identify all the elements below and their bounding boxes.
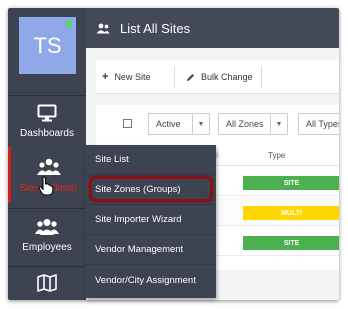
menu-item-vendor-city-assignment[interactable]: Vendor/City Assignment bbox=[85, 265, 216, 295]
type-badge: SITE bbox=[243, 236, 339, 250]
status-select-value: Active bbox=[156, 119, 181, 129]
toolbar-divider bbox=[174, 66, 175, 88]
toolbar-divider bbox=[261, 66, 262, 88]
new-site-label: New Site bbox=[114, 72, 151, 82]
bulk-change-label: Bulk Change bbox=[201, 72, 253, 82]
hand-cursor-icon bbox=[38, 176, 54, 196]
screenshot-frame: TS Dashboards Sites (Client) Employees L… bbox=[0, 0, 348, 309]
select-all-checkbox[interactable] bbox=[123, 119, 132, 128]
new-site-button[interactable]: + New Site bbox=[102, 60, 150, 94]
types-select-value: All Types bbox=[306, 119, 339, 129]
menu-item-site-zones[interactable]: Site Zones (Groups) bbox=[85, 175, 216, 205]
sidebar-item-map[interactable] bbox=[8, 266, 86, 300]
map-icon bbox=[37, 274, 57, 292]
toolbar: + New Site Bulk Change bbox=[96, 60, 339, 94]
menu-item-vendor-management[interactable]: Vendor Management bbox=[85, 235, 216, 265]
avatar-initials: TS bbox=[33, 32, 62, 58]
sidebar-item-label: Dashboards bbox=[20, 128, 74, 139]
users-icon bbox=[96, 23, 110, 33]
people-network-icon bbox=[36, 158, 61, 175]
online-status-dot bbox=[66, 21, 72, 27]
filter-bar: Active ▼ All Zones ▼ All Types bbox=[96, 105, 339, 145]
status-select[interactable]: Active ▼ bbox=[148, 113, 210, 135]
sidebar: TS Dashboards Sites (Client) Employees bbox=[8, 8, 86, 300]
monitor-icon bbox=[37, 104, 57, 122]
bulk-change-button[interactable]: Bulk Change bbox=[186, 60, 253, 94]
menu-item-site-importer-wizard[interactable]: Site Importer Wizard bbox=[85, 205, 216, 235]
sites-submenu: Site List Site Zones (Groups) Site Impor… bbox=[85, 145, 216, 298]
column-header-type[interactable]: Type bbox=[268, 151, 285, 160]
pencil-icon bbox=[187, 73, 194, 81]
chevron-down-icon: ▼ bbox=[270, 114, 287, 134]
sidebar-item-label: Employees bbox=[22, 242, 72, 253]
types-select[interactable]: All Types bbox=[298, 113, 339, 135]
zones-select[interactable]: All Zones ▼ bbox=[218, 113, 288, 135]
employees-icon bbox=[35, 219, 59, 235]
plus-icon: + bbox=[102, 71, 109, 83]
menu-item-site-list[interactable]: Site List bbox=[85, 145, 216, 175]
sidebar-item-dashboards[interactable]: Dashboards bbox=[8, 95, 86, 153]
type-badge: SITE bbox=[243, 176, 339, 190]
type-badge: MULTI bbox=[243, 206, 339, 220]
zones-select-value: All Zones bbox=[226, 119, 264, 129]
page-title: List All Sites bbox=[120, 20, 191, 36]
sidebar-item-employees[interactable]: Employees bbox=[8, 208, 86, 265]
page-header: List All Sites bbox=[86, 8, 339, 48]
chevron-down-icon: ▼ bbox=[192, 114, 209, 134]
